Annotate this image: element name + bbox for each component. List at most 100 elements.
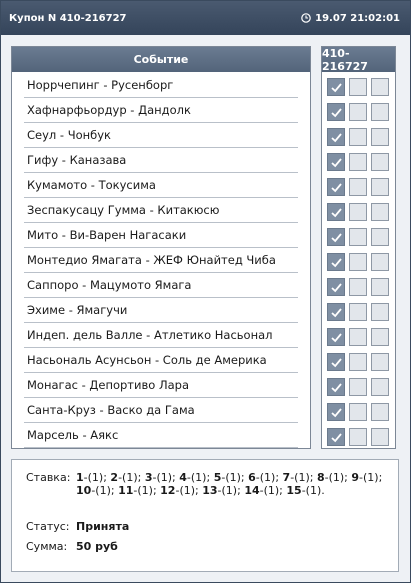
checkmark-icon (330, 257, 342, 267)
checkmark-icon (330, 207, 342, 217)
sum-value: 50 руб (76, 540, 118, 553)
sum-row: Сумма: 50 руб (26, 540, 118, 553)
outcome-checkbox[interactable] (349, 103, 367, 121)
checkbox-row (327, 278, 389, 297)
outcome-checkbox[interactable] (371, 378, 389, 396)
outcome-checkbox[interactable] (371, 328, 389, 346)
outcome-checkbox[interactable] (349, 253, 367, 271)
outcome-checkbox[interactable] (371, 228, 389, 246)
checkmark-icon (330, 182, 342, 192)
outcome-checkbox[interactable] (371, 128, 389, 146)
status-row: Статус: Принята (26, 520, 129, 533)
checkmark-icon (330, 332, 342, 342)
outcome-checkbox[interactable] (349, 203, 367, 221)
outcome-checkbox[interactable] (371, 278, 389, 296)
outcome-checkbox[interactable] (371, 428, 389, 446)
outcome-checkbox[interactable] (371, 103, 389, 121)
clock-icon (301, 13, 311, 23)
checkmark-icon (330, 307, 342, 317)
outcome-checkbox-checked[interactable] (327, 203, 345, 221)
outcome-checkbox-checked[interactable] (327, 228, 345, 246)
stake-number: 14 (244, 484, 260, 497)
outcome-checkbox-checked[interactable] (327, 428, 345, 446)
checkmark-icon (330, 382, 342, 392)
stake-value: -(1); (118, 471, 142, 484)
outcome-checkbox[interactable] (349, 303, 367, 321)
stake-number: 11 (118, 484, 134, 497)
outcome-checkbox[interactable] (371, 178, 389, 196)
stake-number: 4 (179, 471, 187, 484)
stake-value: -(1); (83, 471, 107, 484)
status-value: Принята (76, 520, 130, 533)
checkbox-row (327, 128, 389, 147)
outcome-checkbox[interactable] (349, 153, 367, 171)
checkbox-row (327, 328, 389, 347)
stake-value: -(1); (186, 471, 211, 484)
status-label: Статус: (26, 520, 70, 533)
checkbox-row (327, 378, 389, 397)
outcome-checkbox-checked[interactable] (327, 303, 345, 321)
outcome-checkbox-checked[interactable] (327, 403, 345, 421)
checkbox-row (327, 253, 389, 272)
outcome-checkbox-checked[interactable] (327, 253, 345, 271)
stake-row: Ставка: 1-(1); 2-(1); 3-(1); 4-(1); 5-(1… (26, 471, 396, 497)
outcome-checkbox[interactable] (349, 128, 367, 146)
outcome-checkbox[interactable] (349, 278, 367, 296)
checkmark-icon (330, 232, 342, 242)
outcome-checkbox-checked[interactable] (327, 378, 345, 396)
checkmark-icon (330, 407, 342, 417)
coupon-datetime: 19.07 21:02:01 (315, 12, 400, 24)
checkbox-row (327, 203, 389, 222)
stake-number: 3 (144, 471, 153, 484)
title-bar: Купон N 410-216727 19.07 21:02:01 (1, 1, 410, 35)
outcome-checkbox[interactable] (349, 403, 367, 421)
outcome-checkbox[interactable] (349, 378, 367, 396)
checkbox-row (327, 303, 389, 322)
event-row: Индеп. дель Валле - Атлетико Насьонал (24, 323, 298, 348)
stake-value: -(1); (359, 471, 383, 484)
outcome-checkbox[interactable] (371, 203, 389, 221)
event-row: Зеспакусацу Гумма - Китакюсю (24, 198, 298, 223)
event-row: Марсель - Аякс (24, 423, 298, 448)
stake-number: 6 (248, 471, 256, 484)
outcome-checkbox-checked[interactable] (327, 328, 345, 346)
checkbox-row (327, 228, 389, 247)
outcome-checkbox-checked[interactable] (327, 353, 345, 371)
outcome-checkbox-checked[interactable] (327, 178, 345, 196)
checkbox-row (327, 178, 389, 197)
outcome-checkbox[interactable] (349, 78, 367, 96)
event-row: Саппоро - Мацумото Ямага (24, 273, 298, 298)
outcome-checkbox[interactable] (371, 78, 389, 96)
outcome-checkbox[interactable] (349, 353, 367, 371)
events-column-header: Событие (12, 47, 310, 72)
stake-list: 1-(1); 2-(1); 3-(1); 4-(1); 5-(1); 6-(1)… (76, 471, 386, 497)
stake-number: 8 (316, 471, 325, 484)
coupon-title: Купон N 410-216727 (9, 12, 127, 24)
stake-number: 10 (76, 484, 92, 497)
outcome-checkbox-checked[interactable] (327, 278, 345, 296)
event-row: Эхиме - Ямагучи (24, 298, 298, 323)
outcome-checkbox-checked[interactable] (327, 103, 345, 121)
stake-number: 15 (286, 484, 302, 497)
event-row: Норрчепинг - Русенборг (24, 73, 298, 98)
checkmark-icon (330, 82, 342, 92)
outcome-checkbox[interactable] (371, 153, 389, 171)
coupon-column-header: 410-216727 (322, 47, 395, 73)
outcome-checkbox-checked[interactable] (327, 128, 345, 146)
outcome-checkbox[interactable] (371, 353, 389, 371)
checkmark-icon (330, 157, 342, 167)
coupon-panel: 410-216727 (321, 46, 396, 449)
event-row: Мито - Ви-Варен Нагасаки (24, 223, 298, 248)
outcome-checkbox-checked[interactable] (327, 78, 345, 96)
outcome-checkbox[interactable] (371, 303, 389, 321)
outcome-checkbox[interactable] (349, 178, 367, 196)
outcome-checkbox[interactable] (349, 428, 367, 446)
checkmark-icon (330, 282, 342, 292)
outcome-checkbox-checked[interactable] (327, 153, 345, 171)
outcome-checkbox[interactable] (349, 328, 367, 346)
outcome-checkbox[interactable] (371, 253, 389, 271)
event-row: Монагас - Депортиво Лара (24, 373, 298, 398)
stake-value: -(1); (259, 484, 283, 497)
outcome-checkbox[interactable] (371, 403, 389, 421)
outcome-checkbox[interactable] (349, 228, 367, 246)
